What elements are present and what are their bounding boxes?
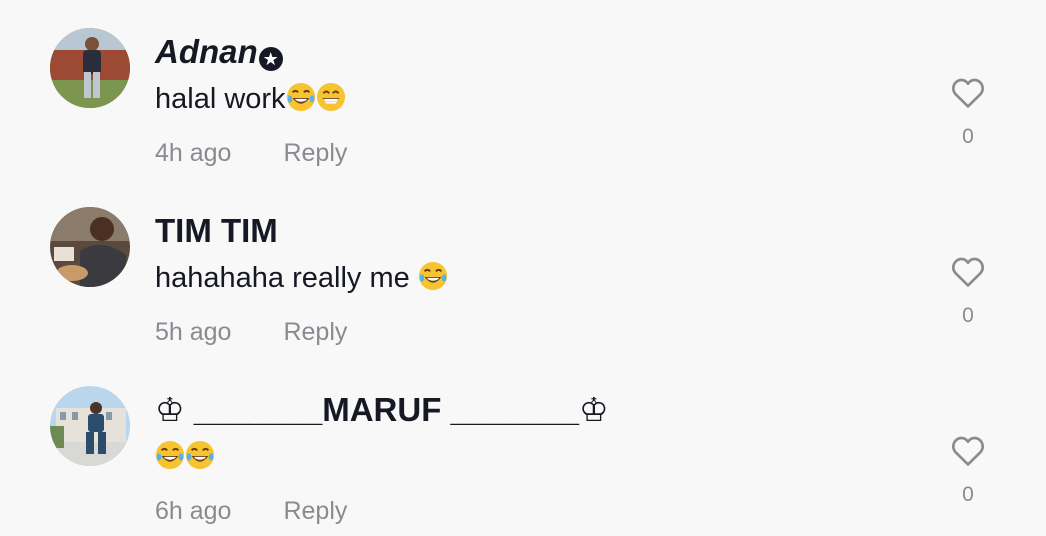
tears-of-joy-emoji bbox=[418, 261, 448, 291]
tears-of-joy-emoji bbox=[155, 440, 185, 470]
like-button[interactable]: 0 bbox=[940, 253, 996, 343]
comment-item: TIM TIM hahahaha really me 5h ago Reply 0 bbox=[0, 179, 1046, 349]
comment-meta: 5h ago Reply bbox=[155, 315, 347, 349]
avatar[interactable] bbox=[50, 28, 130, 108]
like-button[interactable]: 0 bbox=[940, 74, 996, 164]
like-count: 0 bbox=[962, 125, 974, 148]
avatar[interactable] bbox=[50, 386, 130, 466]
reply-button[interactable]: Reply bbox=[283, 139, 347, 167]
heart-outline-icon[interactable] bbox=[949, 74, 987, 112]
comment-text: hahahaha really me bbox=[155, 259, 448, 297]
verified-star-icon: ★ bbox=[258, 47, 283, 71]
comment-text: halal work bbox=[155, 80, 346, 118]
comment-timestamp: 6h ago bbox=[155, 497, 232, 525]
like-count: 0 bbox=[962, 304, 974, 327]
comment-item: ♔ _______MARUF _______♔ 6h ago Reply 0 bbox=[0, 358, 1046, 528]
reply-button[interactable]: Reply bbox=[283, 497, 347, 525]
reply-button[interactable]: Reply bbox=[283, 318, 347, 346]
tears-of-joy-emoji bbox=[286, 82, 316, 112]
comment-meta: 4h ago Reply bbox=[155, 136, 347, 170]
comment-item: Adnan ★ halal work 4h ago Reply 0 bbox=[0, 0, 1046, 170]
like-count: 0 bbox=[962, 483, 974, 506]
comment-text bbox=[155, 438, 215, 476]
comment-username[interactable]: TIM TIM bbox=[155, 211, 278, 251]
comment-username[interactable]: ♔ _______MARUF _______♔ bbox=[155, 390, 609, 430]
comment-meta: 6h ago Reply bbox=[155, 494, 347, 528]
comment-list: Adnan ★ halal work 4h ago Reply 0 TIM TIM … bbox=[0, 0, 1046, 536]
comment-username[interactable]: Adnan ★ bbox=[155, 32, 283, 72]
comment-timestamp: 4h ago bbox=[155, 139, 232, 167]
grinning-emoji bbox=[316, 82, 346, 112]
heart-outline-icon[interactable] bbox=[949, 253, 987, 291]
like-button[interactable]: 0 bbox=[940, 432, 996, 522]
heart-outline-icon[interactable] bbox=[949, 432, 987, 470]
tears-of-joy-emoji bbox=[185, 440, 215, 470]
avatar[interactable] bbox=[50, 207, 130, 287]
comment-timestamp: 5h ago bbox=[155, 318, 232, 346]
